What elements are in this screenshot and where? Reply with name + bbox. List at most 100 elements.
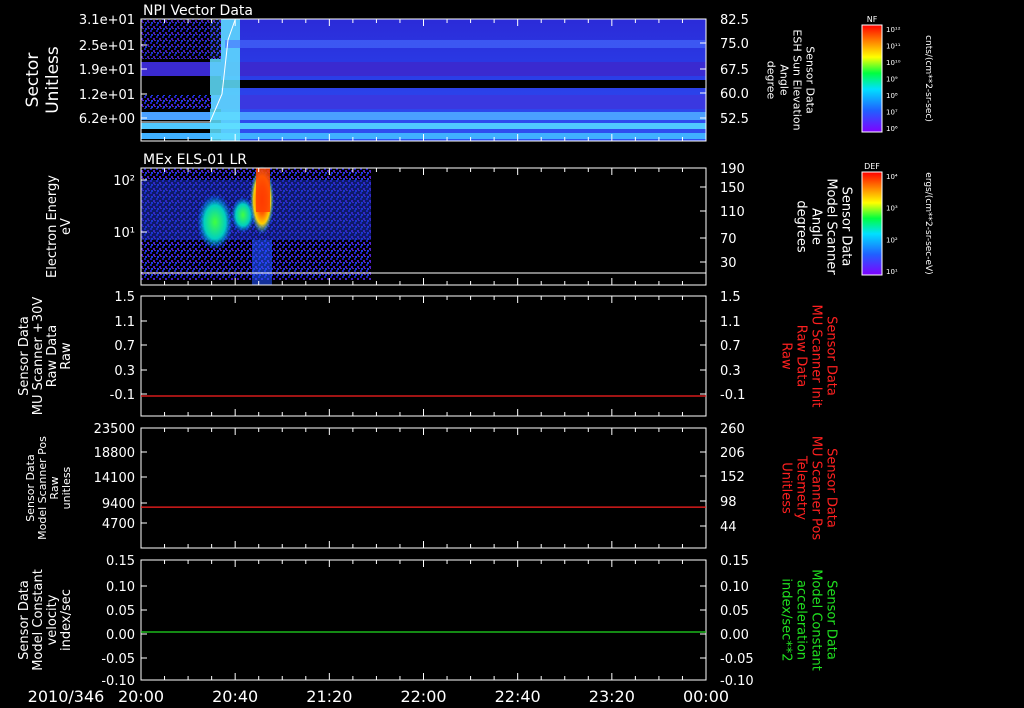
x-tick-label: 22:40 <box>495 687 541 706</box>
y-tick-label: 0.15 <box>106 554 135 569</box>
x-tick-label: 20:40 <box>212 687 258 706</box>
y2-tick-label: 152 <box>720 470 745 485</box>
colorbar-npi <box>861 24 883 133</box>
y-tick-label: 0.7 <box>114 339 135 354</box>
els-spectrogram <box>141 166 706 285</box>
y2-axis-label: Raw <box>779 342 794 370</box>
colorbar-els <box>861 171 883 276</box>
y-axis-label: unitless <box>60 466 73 509</box>
y-tick-label: 4700 <box>102 517 135 532</box>
colorbar-tick: 10⁷ <box>886 109 898 117</box>
colorbar-label: cnts/(cm**2-sr-sec) <box>923 35 933 122</box>
colorbar-tick: 10¹¹ <box>886 43 901 51</box>
y2-tick-label: 30 <box>720 256 737 271</box>
y2-tick-label: 44 <box>720 520 737 535</box>
y-axis-label: Sensor Data <box>17 580 32 660</box>
y2-axis-label: degree <box>765 61 778 100</box>
y2-axis-label: MU Scanner Init <box>809 305 824 408</box>
y-tick-label: 14100 <box>94 471 135 486</box>
y2-axis-label: Sensor Data <box>824 316 839 396</box>
y2-tick-label: 260 <box>720 422 745 437</box>
y2-tick-label: 82.5 <box>720 13 749 28</box>
y2-axis-label: MU Scanner Pos <box>809 436 824 541</box>
y2-tick-label: 0.7 <box>720 339 741 354</box>
y-tick-label: 10¹ <box>113 226 135 241</box>
npi-spectrogram <box>141 19 706 141</box>
x-tick-label: 21:20 <box>306 687 352 706</box>
x-tick-label: 23:20 <box>589 687 635 706</box>
y-tick-label: 1.2e+01 <box>79 88 135 103</box>
colorbar-tick: 10² <box>886 236 898 244</box>
colorbar-tick: 10⁶ <box>886 125 898 133</box>
colorbar-tick: 10⁹ <box>886 76 898 84</box>
y2-axis-label: Unitless <box>779 462 794 514</box>
colorbar-label: ergs/(cm**2-sr-sec-eV) <box>923 172 933 274</box>
y-tick-label: 18800 <box>94 446 135 461</box>
y-tick-label: 0.00 <box>106 628 135 643</box>
y2-axis-label: Sensor Data <box>824 580 839 660</box>
panel-frame <box>140 427 707 549</box>
y-axis-label: eV <box>59 218 74 235</box>
y-axis-label: Raw Data <box>45 325 60 388</box>
y-tick-label: 6.2e+00 <box>79 112 135 127</box>
y2-tick-label: 190 <box>720 162 745 177</box>
y-tick-label: 1.1 <box>114 315 135 330</box>
y2-axis-label: index/sec**2 <box>779 578 794 661</box>
y2-tick-label: 150 <box>720 181 745 196</box>
y2-tick-label: -0.1 <box>720 388 745 403</box>
x-tick-label: 22:00 <box>400 687 446 706</box>
y-tick-label: 10² <box>113 174 135 189</box>
y2-tick-label: 60.0 <box>720 87 749 102</box>
y-axis-label: Raw <box>59 342 74 370</box>
y-axis-label: Unitless <box>43 46 63 114</box>
y-axis-label: MU Scanner +30V <box>31 297 46 416</box>
y2-tick-label: 110 <box>720 205 745 220</box>
y2-tick-label: 206 <box>720 446 745 461</box>
panel-frame <box>140 295 707 417</box>
panel-title: NPI Vector Data <box>143 3 253 19</box>
y-axis-label: index/sec <box>59 589 74 651</box>
y-axis-label: Model Constant <box>31 569 46 671</box>
y2-tick-label: 0.15 <box>720 554 749 569</box>
y2-tick-label: 0.00 <box>720 628 749 643</box>
y-axis-label: Sensor Data <box>17 316 32 396</box>
y2-axis-label: Angle <box>778 64 791 96</box>
y2-tick-label: 0.3 <box>720 364 741 379</box>
y2-axis-label: Telemetry <box>794 455 809 520</box>
y2-axis-label: Model Scanner <box>824 178 839 275</box>
date-label: 2010/346 <box>28 687 105 706</box>
y-axis-label: Sector <box>23 53 43 108</box>
y-tick-label: 1.9e+01 <box>79 63 135 78</box>
colorbar-title: DEF <box>864 162 880 171</box>
y-axis-label: Electron Energy <box>45 175 60 278</box>
y2-tick-label: -0.05 <box>720 652 754 667</box>
y2-tick-label: 1.1 <box>720 315 741 330</box>
colorbar-tick: 10³ <box>886 205 898 213</box>
y-tick-label: 2.5e+01 <box>79 39 135 54</box>
y-tick-label: -0.1 <box>110 388 135 403</box>
x-tick-label: 00:00 <box>683 687 729 706</box>
colorbar-tick: 10¹² <box>886 26 901 34</box>
y-tick-label: 0.10 <box>106 580 135 595</box>
y2-tick-label: 75.0 <box>720 37 749 52</box>
colorbar-title: NF <box>867 15 878 24</box>
y2-axis-label: Sensor Data <box>824 448 839 528</box>
colorbar-tick: 10¹ <box>886 268 898 276</box>
y-tick-label: 9400 <box>102 497 135 512</box>
y-tick-label: 0.05 <box>106 604 135 619</box>
x-tick-label: 20:00 <box>118 687 164 706</box>
y2-tick-label: 0.10 <box>720 580 749 595</box>
y2-tick-label: 0.05 <box>720 604 749 619</box>
y2-tick-label: 1.5 <box>720 290 741 305</box>
y-tick-label: 23500 <box>94 422 135 437</box>
plot-canvas: 3.1e+01 2.5e+01 1.9e+01 1.2e+01 6.2e+00 82.5 7… <box>17 3 933 706</box>
y2-tick-label: 70 <box>720 232 737 247</box>
panel-title: MEx ELS-01 LR <box>143 152 247 168</box>
y-tick-label: 3.1e+01 <box>79 13 135 28</box>
colorbar-tick: 10¹⁰ <box>886 59 901 67</box>
y2-axis-label: Sensor Data <box>839 187 854 267</box>
y2-tick-label: 67.5 <box>720 63 749 78</box>
y2-axis-label: Sensor Data <box>804 46 817 113</box>
colorbar-tick: 10⁴ <box>886 173 898 181</box>
y2-axis-label: Model Constant <box>809 569 824 671</box>
